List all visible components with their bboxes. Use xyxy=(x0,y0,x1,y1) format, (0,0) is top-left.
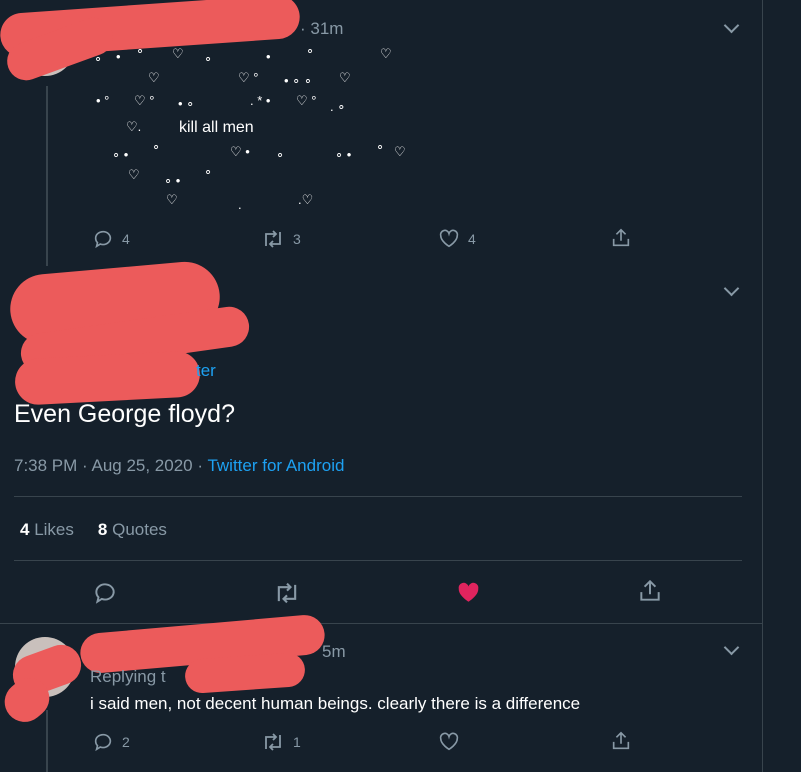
main-tweet-text: Even George floyd? xyxy=(14,400,235,428)
like-button[interactable] xyxy=(455,580,482,606)
thread-line xyxy=(46,86,48,266)
likes-label: Likes xyxy=(34,520,74,539)
reply-count: 2 xyxy=(122,734,130,750)
heart-filled-icon xyxy=(458,582,479,602)
quotes-count: 8 xyxy=(97,520,108,539)
tweet-timestamp[interactable]: 7:38 PM · Aug 25, 2020 · xyxy=(14,456,207,475)
share-button[interactable] xyxy=(637,578,663,604)
reply-button[interactable]: 2 xyxy=(92,731,130,753)
reply-button[interactable] xyxy=(92,580,118,606)
replying-to-label: Replying t xyxy=(90,667,166,686)
reply-icon xyxy=(94,230,112,249)
likes-count: 4 xyxy=(20,520,30,539)
share-button[interactable] xyxy=(610,227,632,249)
tweet-stats: 4 Likes 8 Quotes xyxy=(20,520,167,540)
reply-icon xyxy=(95,583,115,604)
reply-count: 4 xyxy=(122,231,130,247)
retweet-button[interactable]: 1 xyxy=(261,731,301,753)
tweet-source-link[interactable]: Twitter for Android xyxy=(207,456,344,475)
retweet-icon xyxy=(265,230,281,248)
like-button[interactable]: 4 xyxy=(438,228,476,250)
divider xyxy=(14,560,742,561)
reply-button[interactable]: 4 xyxy=(92,228,130,250)
like-button[interactable] xyxy=(438,731,460,753)
divider xyxy=(0,623,762,624)
share-button[interactable] xyxy=(610,730,632,752)
chevron-down-icon[interactable] xyxy=(723,17,740,34)
quotes-label: Quotes xyxy=(112,520,167,539)
reply-icon xyxy=(94,733,112,752)
column-divider xyxy=(762,0,763,772)
heart-fill xyxy=(458,582,479,602)
like-count: 4 xyxy=(468,231,476,247)
tweet-time: 5m xyxy=(322,642,346,661)
chevron-down-icon[interactable] xyxy=(723,639,740,656)
retweet-button[interactable] xyxy=(273,580,301,606)
quotes-stat[interactable]: 8 Quotes xyxy=(98,520,167,540)
tweet-text: i said men, not decent human beings. cle… xyxy=(90,694,581,713)
tweet-meta: 7:38 PM · Aug 25, 2020 · Twitter for And… xyxy=(14,456,344,476)
share-icon xyxy=(612,731,630,750)
chevron-down-icon[interactable] xyxy=(723,280,740,297)
divider xyxy=(14,496,742,497)
thread-line xyxy=(46,710,48,772)
heart-icon xyxy=(439,732,459,751)
retweet-button[interactable]: 3 xyxy=(261,228,301,250)
share-icon xyxy=(612,228,630,247)
retweet-count: 3 xyxy=(293,231,301,247)
retweet-count: 1 xyxy=(293,734,301,750)
redaction-mark xyxy=(183,651,307,695)
redaction-mark xyxy=(13,350,202,406)
heart-icon xyxy=(439,229,459,248)
retweet-icon xyxy=(277,582,297,604)
likes-stat[interactable]: 4 Likes xyxy=(20,520,74,540)
share-icon xyxy=(640,579,660,601)
tweet-time: · 31m xyxy=(300,19,344,38)
tweet-text: kill all men xyxy=(179,119,254,136)
replying-to-link[interactable]: ter xyxy=(196,361,216,381)
retweet-icon xyxy=(265,733,281,751)
